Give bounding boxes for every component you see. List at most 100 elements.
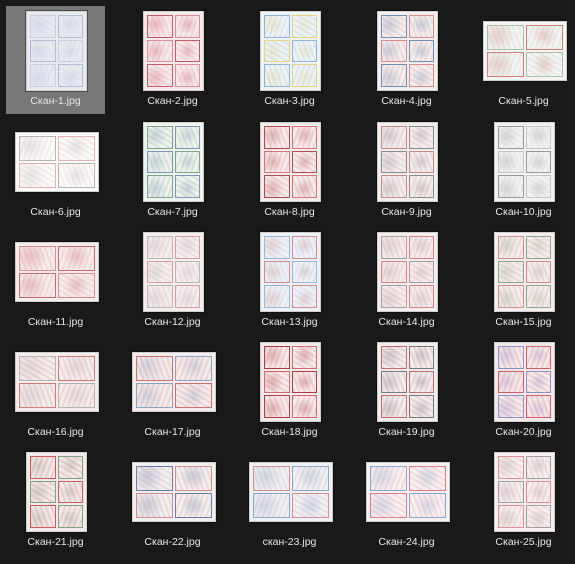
file-tile[interactable]: Скан-25.jpg: [474, 447, 573, 555]
sketch-panel: [291, 236, 317, 259]
image-thumbnail: [15, 132, 99, 192]
sketch-panel: [381, 15, 407, 38]
sketch-panel: [498, 480, 524, 504]
file-name-label: Скан-20.jpg: [495, 426, 552, 438]
sketch-panel: [381, 236, 407, 259]
file-tile[interactable]: Скан-12.jpg: [123, 227, 222, 335]
file-tile[interactable]: Скан-13.jpg: [240, 227, 339, 335]
sketch-panel: [291, 39, 317, 63]
file-tile[interactable]: Скан-15.jpg: [474, 227, 573, 335]
file-tile[interactable]: Скан-21.jpg: [6, 447, 105, 555]
file-tile[interactable]: Скан-18.jpg: [240, 337, 339, 445]
sketch-panel: [30, 505, 56, 528]
file-name-label: Скан-4.jpg: [381, 95, 432, 107]
image-thumbnail: [377, 232, 438, 312]
sketch-panel: [136, 356, 173, 381]
sketch-panel: [174, 15, 200, 38]
sketch-panel: [136, 466, 173, 491]
file-name-label: скан-23.jpg: [262, 536, 317, 548]
sketch-panel: [291, 346, 317, 369]
sketch-panel: [381, 370, 407, 394]
image-thumbnail: [260, 342, 321, 422]
image-thumbnail: [260, 11, 321, 91]
sketch-panel: [498, 175, 524, 198]
sketch-panel: [175, 466, 212, 491]
sketch-panel: [58, 273, 95, 298]
sketch-panel: [147, 150, 173, 174]
sketch-panel: [498, 126, 524, 149]
sketch-panel: [264, 285, 290, 308]
sketch-panel: [175, 383, 212, 408]
sketch-panel: [498, 370, 524, 394]
file-tile[interactable]: скан-23.jpg: [240, 447, 339, 555]
sketch-panel: [291, 370, 317, 394]
sketch-panel: [253, 466, 290, 491]
sketch-panel: [57, 480, 83, 504]
sketch-panel: [58, 136, 95, 161]
sketch-panel: [57, 39, 83, 63]
sketch-panel: [525, 285, 551, 308]
image-thumbnail: [260, 232, 321, 312]
sketch-panel: [58, 356, 95, 381]
sketch-panel: [264, 370, 290, 394]
sketch-panel: [253, 493, 290, 518]
sketch-panel: [174, 150, 200, 174]
file-tile[interactable]: Скан-20.jpg: [474, 337, 573, 445]
sketch-panel: [264, 150, 290, 174]
sketch-panel: [408, 39, 434, 63]
file-name-label: Скан-3.jpg: [264, 95, 315, 107]
file-tile[interactable]: Скан-5.jpg: [474, 6, 573, 114]
sketch-panel: [498, 456, 524, 479]
image-thumbnail: [377, 342, 438, 422]
file-tile[interactable]: Скан-17.jpg: [123, 337, 222, 445]
sketch-panel: [408, 395, 434, 418]
sketch-panel: [525, 505, 551, 528]
file-tile[interactable]: Скан-22.jpg: [123, 447, 222, 555]
sketch-panel: [174, 64, 200, 87]
file-tile[interactable]: Скан-4.jpg: [357, 6, 456, 114]
file-name-label: Скан-8.jpg: [264, 206, 315, 218]
file-name-label: Скан-15.jpg: [495, 316, 552, 328]
sketch-panel: [19, 383, 56, 408]
file-tile[interactable]: Скан-7.jpg: [123, 117, 222, 225]
file-tile[interactable]: Скан-3.jpg: [240, 6, 339, 114]
file-tile[interactable]: Скан-24.jpg: [357, 447, 456, 555]
file-name-label: Скан-12.jpg: [144, 316, 201, 328]
sketch-panel: [525, 260, 551, 284]
file-name-label: Скан-22.jpg: [144, 536, 201, 548]
sketch-panel: [525, 395, 551, 418]
file-tile[interactable]: Скан-8.jpg: [240, 117, 339, 225]
sketch-panel: [408, 236, 434, 259]
sketch-panel: [174, 175, 200, 198]
file-tile[interactable]: Скан-1.jpg: [6, 6, 105, 114]
file-tile[interactable]: Скан-2.jpg: [123, 6, 222, 114]
file-tile[interactable]: Скан-19.jpg: [357, 337, 456, 445]
sketch-panel: [381, 346, 407, 369]
sketch-panel: [381, 260, 407, 284]
image-thumbnail: [377, 11, 438, 91]
sketch-panel: [57, 505, 83, 528]
sketch-panel: [264, 64, 290, 87]
file-tile[interactable]: Скан-11.jpg: [6, 227, 105, 335]
sketch-panel: [525, 480, 551, 504]
sketch-panel: [292, 466, 329, 491]
sketch-panel: [57, 64, 83, 87]
file-name-label: Скан-24.jpg: [378, 536, 435, 548]
sketch-panel: [408, 150, 434, 174]
file-name-label: Скан-21.jpg: [27, 536, 84, 548]
file-tile[interactable]: Скан-14.jpg: [357, 227, 456, 335]
file-tile[interactable]: Скан-9.jpg: [357, 117, 456, 225]
file-tile[interactable]: Скан-16.jpg: [6, 337, 105, 445]
sketch-panel: [291, 395, 317, 418]
sketch-panel: [498, 236, 524, 259]
sketch-panel: [292, 493, 329, 518]
sketch-panel: [408, 175, 434, 198]
file-name-label: Скан-17.jpg: [144, 426, 201, 438]
file-tile[interactable]: Скан-6.jpg: [6, 117, 105, 225]
sketch-panel: [174, 126, 200, 149]
sketch-panel: [136, 383, 173, 408]
file-tile[interactable]: Скан-10.jpg: [474, 117, 573, 225]
sketch-panel: [174, 236, 200, 259]
sketch-panel: [381, 126, 407, 149]
file-name-label: Скан-2.jpg: [147, 95, 198, 107]
